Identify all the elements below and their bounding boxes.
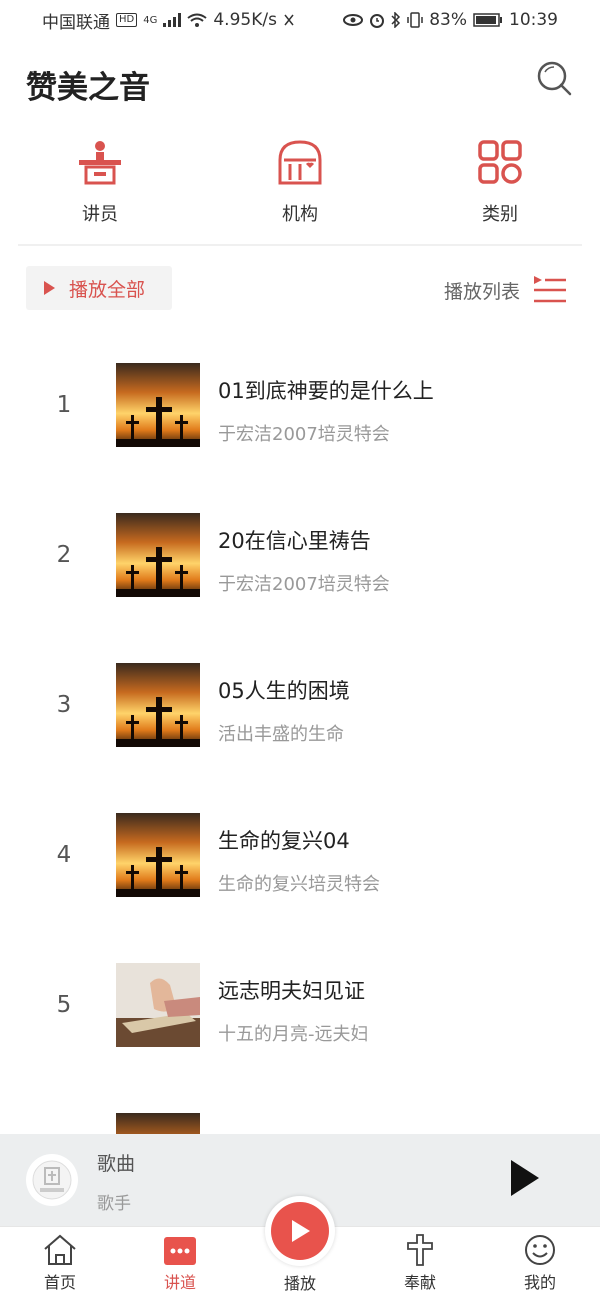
tab-profile[interactable]: 我的: [480, 1227, 600, 1302]
artist-name: 歌手: [97, 1194, 131, 1214]
track-title: 05人生的困境: [218, 679, 350, 703]
track-row[interactable]: 1 01到底神要的是什么上 于宏洁2007培灵特会: [0, 330, 600, 480]
divider: [18, 244, 582, 246]
eye-icon: [343, 14, 364, 26]
building-icon: [278, 140, 322, 185]
wifi-icon: [187, 13, 207, 27]
track-title: 远志明夫妇见证: [218, 979, 365, 1003]
category-label: 讲员: [82, 204, 118, 225]
hd-badge: HD: [116, 13, 138, 27]
tab-label: 首页: [43, 1273, 76, 1292]
play-icon: [292, 1220, 310, 1242]
network-type: 4G: [143, 14, 158, 26]
tab-label: 讲道: [163, 1273, 196, 1292]
battery-icon: [473, 13, 502, 27]
tab-label-play: 播放: [283, 1274, 316, 1293]
track-number: 1: [56, 392, 72, 418]
nfc-icon: [284, 14, 294, 26]
home-icon: [44, 1234, 76, 1265]
track-subtitle: 于宏洁2007培灵特会: [218, 574, 390, 595]
playlist-label: 播放列表: [444, 280, 521, 303]
track-row[interactable]: 2 20在信心里祷告 于宏洁2007培灵特会: [0, 480, 600, 630]
category-label: 类别: [482, 204, 518, 225]
app-header: 赞美之音: [0, 48, 600, 118]
tab-label: 奉献: [403, 1273, 436, 1292]
play-all-button[interactable]: 播放全部: [26, 266, 172, 310]
play-icon[interactable]: [507, 1158, 543, 1198]
track-row[interactable]: 3 05人生的困境 活出丰盛的生命: [0, 630, 600, 780]
track-row[interactable]: 4 生命的复兴04 生命的复兴培灵特会: [0, 780, 600, 930]
cross-sunset-thumbnail: [116, 663, 200, 747]
track-title: 01到底神要的是什么上: [218, 379, 434, 403]
category-organizations[interactable]: 机构: [200, 138, 400, 244]
playlist-icon: [534, 276, 567, 303]
smiley-icon: [525, 1235, 555, 1265]
category-speakers[interactable]: 讲员: [0, 138, 200, 244]
tab-offering[interactable]: 奉献: [360, 1227, 480, 1302]
tab-home[interactable]: 首页: [0, 1227, 120, 1302]
status-bar: 中国联通 HD 4G 4.95K/s 83% 10:39: [0, 0, 600, 40]
track-title: 生命的复兴04: [218, 829, 350, 853]
track-number: 2: [56, 542, 72, 568]
track-subtitle: 于宏洁2007培灵特会: [218, 424, 390, 445]
track-subtitle: 生命的复兴培灵特会: [218, 874, 380, 895]
play-all-label: 播放全部: [69, 278, 146, 301]
vibrate-icon: [407, 12, 423, 28]
network-speed: 4.95K/s: [213, 10, 277, 30]
center-play-button[interactable]: [265, 1196, 335, 1266]
track-number: 4: [56, 842, 72, 868]
category-types[interactable]: 类别: [400, 138, 600, 244]
category-nav: 讲员 机构 类别: [0, 138, 600, 244]
cross-sunset-thumbnail: [116, 813, 200, 897]
signal-icon: [163, 13, 182, 27]
tab-sermons[interactable]: 讲道: [120, 1227, 240, 1302]
center-play-circle: [271, 1202, 329, 1260]
carrier-label: 中国联通: [42, 12, 110, 33]
speaker-podium-icon: [79, 141, 121, 185]
search-icon[interactable]: [534, 58, 574, 98]
track-list: 1 01到底神要的是什么上 于宏洁2007培灵特会 2 20在信心里祷告 于宏洁…: [0, 330, 600, 1230]
playlist-button[interactable]: 播放列表: [444, 270, 568, 310]
bluetooth-icon: [391, 12, 401, 28]
tab-label: 我的: [523, 1273, 556, 1292]
track-row[interactable]: 5 远志明夫妇见证 十五的月亮-远夫妇: [0, 930, 600, 1080]
clock: 10:39: [509, 10, 558, 30]
track-subtitle: 十五的月亮-远夫妇: [218, 1024, 369, 1045]
grid-icon: [478, 140, 522, 184]
cross-icon: [407, 1234, 433, 1266]
praying-hands-thumbnail: [116, 963, 200, 1047]
category-label: 机构: [282, 204, 318, 225]
cross-sunset-thumbnail: [116, 513, 200, 597]
sermon-icon: [164, 1237, 196, 1265]
track-number: 3: [56, 692, 72, 718]
track-number: 5: [56, 992, 72, 1018]
battery-percent: 83%: [429, 10, 467, 30]
play-triangle-icon: [44, 281, 55, 295]
track-title: 20在信心里祷告: [218, 529, 371, 553]
alarm-icon: [370, 14, 385, 28]
track-subtitle: 活出丰盛的生命: [218, 724, 344, 745]
app-title: 赞美之音: [26, 70, 150, 106]
logo-icon: [32, 1160, 72, 1200]
album-art: [26, 1154, 78, 1206]
song-title: 歌曲: [97, 1153, 136, 1175]
cross-sunset-thumbnail: [116, 363, 200, 447]
